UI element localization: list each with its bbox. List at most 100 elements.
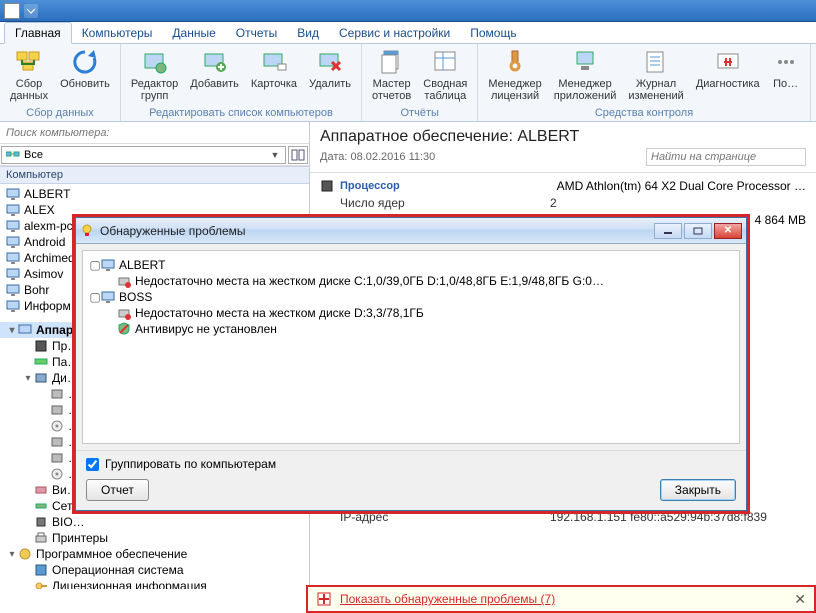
tree-item[interactable]: Принтеры	[0, 530, 309, 546]
close-dialog-button[interactable]: Закрыть	[660, 479, 736, 501]
collect-icon	[15, 48, 43, 76]
expand-icon[interactable]: ▢	[89, 290, 101, 304]
video-icon	[34, 483, 48, 497]
journal-icon	[642, 48, 670, 76]
ribbon-diag[interactable]: Диагностика	[690, 46, 766, 105]
report-icon	[378, 48, 406, 76]
maximize-button[interactable]	[684, 223, 712, 239]
show-problems-link[interactable]: Показать обнаруженные проблемы (7)	[340, 592, 555, 606]
ribbon-report[interactable]: Мастеротчетов	[366, 46, 417, 105]
issue-item[interactable]: Недостаточно места на жестком диске D:3,…	[89, 305, 733, 321]
title-bar	[0, 0, 816, 22]
disc-icon	[18, 547, 32, 561]
minimize-button[interactable]	[654, 223, 682, 239]
close-button[interactable]: ✕	[714, 223, 742, 239]
ribbon-refresh[interactable]: Обновить	[54, 46, 116, 105]
computer-search[interactable]	[0, 122, 309, 144]
ribbon-apps[interactable]: Менеджерприложений	[548, 46, 623, 105]
printer-icon	[34, 531, 48, 545]
monitor-icon	[6, 203, 20, 217]
cpu-icon	[320, 179, 334, 193]
ribbon-add[interactable]: Добавить	[184, 46, 245, 105]
lic-icon	[34, 579, 48, 589]
issue-item[interactable]: Антивирус не установлен	[89, 321, 733, 337]
av-missing-icon	[117, 322, 131, 336]
computer-item[interactable]: ALBERT	[0, 186, 309, 202]
section-computer: Компьютер	[0, 166, 309, 184]
host-node[interactable]: ▢ALBERT	[89, 257, 733, 273]
monitor-icon	[6, 251, 20, 265]
close-icon[interactable]: ✕	[794, 591, 806, 608]
ribbon-journal[interactable]: Журнализменений	[622, 46, 689, 105]
tree-item[interactable]: BIO…	[0, 514, 309, 530]
ribbon-groups[interactable]: Редакторгрупп	[125, 46, 184, 105]
cd-icon	[50, 467, 64, 481]
add-icon	[201, 48, 229, 76]
groups-icon	[141, 48, 169, 76]
delete-icon	[316, 48, 344, 76]
hdd-icon	[50, 387, 64, 401]
app-icon	[4, 3, 20, 19]
issue-item[interactable]: Недостаточно места на жестком диске C:1,…	[89, 273, 733, 289]
tree-item-sw[interactable]: ▾Программное обеспечение	[0, 546, 309, 562]
bulb-icon	[80, 224, 94, 238]
problems-dialog: Обнаруженные проблемы ✕ ▢ALBERTНедостато…	[72, 214, 750, 514]
monitor-icon	[6, 283, 20, 297]
disk-warn-icon	[117, 274, 131, 288]
disk-icon	[34, 371, 48, 385]
ribbon: СборданныхОбновитьСбор данныхРедакторгру…	[0, 44, 816, 122]
tab-4[interactable]: Вид	[287, 23, 329, 43]
view-toggle[interactable]	[288, 146, 308, 164]
card-icon	[260, 48, 288, 76]
tree-item[interactable]: Лицензионная информация	[0, 578, 309, 589]
report-button[interactable]: Отчет	[86, 479, 149, 501]
monitor-icon	[101, 290, 115, 304]
diag-icon	[714, 48, 742, 76]
dialog-titlebar[interactable]: Обнаруженные проблемы ✕	[76, 218, 746, 244]
ram-icon	[34, 355, 48, 369]
problems-banner: Показать обнаруженные проблемы (7) ✕	[306, 585, 816, 613]
tree-item[interactable]: Операционная система	[0, 562, 309, 578]
tab-1[interactable]: Компьютеры	[72, 23, 163, 43]
page-search[interactable]	[646, 148, 806, 166]
ribbon-more[interactable]: По…	[766, 46, 806, 105]
qat-dropdown[interactable]	[24, 4, 38, 18]
os-icon	[34, 563, 48, 577]
expand-icon[interactable]: ▢	[89, 258, 101, 272]
tab-6[interactable]: Помощь	[460, 23, 526, 43]
monitor-icon	[6, 219, 20, 233]
problems-tree: ▢ALBERTНедостаточно места на жестком дис…	[82, 250, 740, 444]
hdd-icon	[50, 403, 64, 417]
cd-icon	[50, 419, 64, 433]
tab-3[interactable]: Отчеты	[226, 23, 287, 43]
monitor-icon	[101, 258, 115, 272]
monitor-icon	[6, 299, 20, 313]
group-by-computer-checkbox[interactable]: Группировать по компьютерам	[86, 457, 736, 471]
refresh-icon	[71, 48, 99, 76]
ribbon-delete[interactable]: Удалить	[303, 46, 357, 105]
ribbon-key[interactable]: Менеджерлицензий	[482, 46, 547, 105]
tab-2[interactable]: Данные	[162, 23, 225, 43]
group-filter-combo[interactable]: Все ▼	[1, 146, 286, 164]
chevron-down-icon: ▼	[269, 150, 281, 160]
tab-0[interactable]: Главная	[4, 22, 72, 44]
cpu-icon	[34, 339, 48, 353]
warning-icon	[316, 591, 332, 607]
ribbon-collect[interactable]: Сборданных	[4, 46, 54, 105]
ribbon-pivot[interactable]: Своднаятаблица	[417, 46, 473, 105]
chip-icon	[34, 515, 48, 529]
hdd-icon	[50, 451, 64, 465]
monitor-icon	[6, 187, 20, 201]
monitor-icon	[6, 235, 20, 249]
dialog-title: Обнаруженные проблемы	[100, 224, 652, 238]
host-node[interactable]: ▢BOSS	[89, 289, 733, 305]
pivot-icon	[431, 48, 459, 76]
snapshot-date: Дата: 08.02.2016 11:30	[320, 151, 646, 163]
expand-icon[interactable]: ▾	[22, 373, 34, 384]
ribbon-tabs: ГлавнаяКомпьютерыДанныеОтчетыВидСервис и…	[0, 22, 816, 44]
computer-search-input[interactable]	[0, 122, 309, 143]
apps-icon	[571, 48, 599, 76]
ribbon-card[interactable]: Карточка	[245, 46, 303, 105]
tab-5[interactable]: Сервис и настройки	[329, 23, 460, 43]
disk-warn-icon	[117, 306, 131, 320]
